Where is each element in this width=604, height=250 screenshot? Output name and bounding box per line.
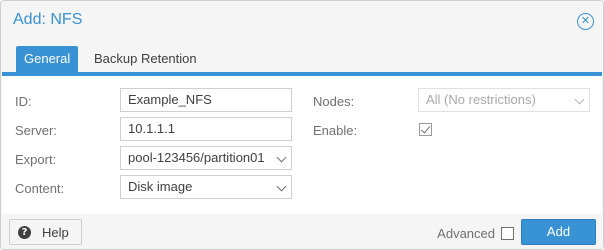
add-storage-dialog: Add: NFS ✕ General Backup Retention ID: … xyxy=(0,0,604,250)
chevron-down-icon xyxy=(574,94,585,105)
nodes-select-value: All (No restrictions) xyxy=(426,92,536,107)
advanced-checkbox[interactable] xyxy=(501,227,514,240)
enable-checkbox[interactable] xyxy=(419,123,432,136)
nodes-label: Nodes: xyxy=(313,94,355,109)
enable-label: Enable: xyxy=(313,123,358,138)
dialog-footer: ? Help Advanced Add xyxy=(1,214,603,249)
chevron-down-icon xyxy=(276,181,287,192)
chevron-down-icon xyxy=(276,152,287,163)
server-label: Server: xyxy=(15,123,57,138)
close-icon[interactable]: ✕ xyxy=(577,13,594,30)
content-select[interactable]: Disk image xyxy=(120,175,292,199)
help-button-label: Help xyxy=(42,225,69,240)
server-field[interactable]: 10.1.1.1 xyxy=(120,117,292,141)
question-circle-icon: ? xyxy=(18,226,31,239)
nodes-select[interactable]: All (No restrictions) xyxy=(418,88,590,112)
export-select-value: pool-123456/partition01 xyxy=(128,150,265,165)
export-label: Export: xyxy=(15,152,57,167)
export-select[interactable]: pool-123456/partition01 xyxy=(120,146,292,170)
add-button[interactable]: Add xyxy=(521,219,596,245)
id-label: ID: xyxy=(15,94,32,109)
dialog-titlebar: Add: NFS ✕ xyxy=(1,1,603,41)
checkmark-icon xyxy=(420,123,431,134)
dialog-body: General Backup Retention ID: Example_NFS… xyxy=(2,41,602,214)
id-field[interactable]: Example_NFS xyxy=(120,88,292,112)
advanced-label: Advanced xyxy=(437,226,495,241)
content-label: Content: xyxy=(15,181,65,196)
dialog-title: Add: NFS xyxy=(13,11,83,28)
help-button[interactable]: ? Help xyxy=(9,219,82,245)
tab-backup-retention[interactable]: Backup Retention xyxy=(86,46,205,72)
tab-bar: General Backup Retention xyxy=(2,41,602,76)
content-select-value: Disk image xyxy=(128,179,193,194)
tab-general[interactable]: General xyxy=(16,46,79,72)
